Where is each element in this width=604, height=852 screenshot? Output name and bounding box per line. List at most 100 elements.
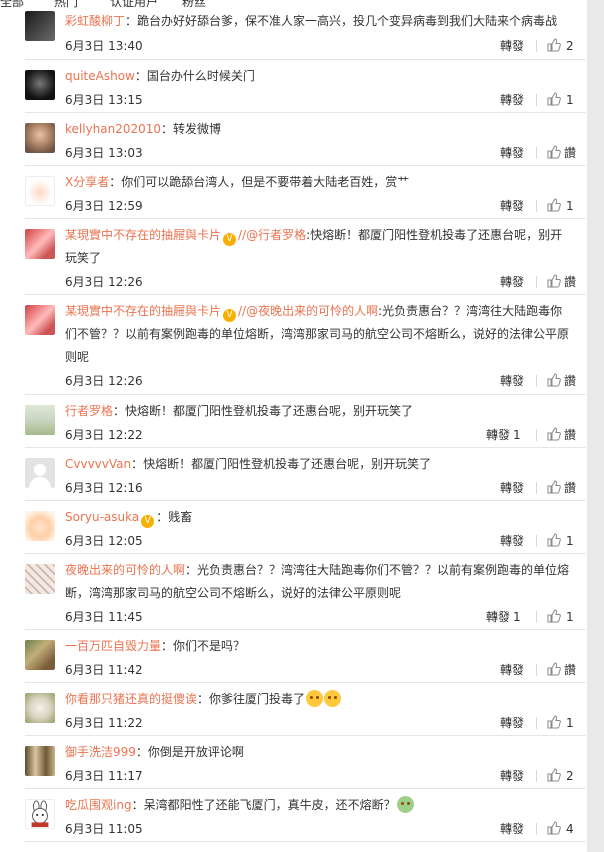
repost-button[interactable]: 轉發 [500,714,524,732]
divider [536,200,537,212]
thumbs-up-icon[interactable] [547,609,561,623]
praise-label[interactable]: 讚 [564,479,576,497]
timestamp: 6月3日 11:45 [65,610,143,624]
divider [536,147,537,159]
comment-text: kellyhan202010：转发微博 [65,118,574,141]
member-badge-icon: V [223,233,237,246]
comment-body: ：你爹往厦门投毒了 [197,692,306,706]
divider [536,823,537,835]
comment-meta: 6月3日 11:45 轉發 1 1 [65,608,574,626]
username-link[interactable]: 御手洗洁999 [65,745,136,759]
comment-meta: 6月3日 11:05 轉發 4 [65,820,574,838]
username-link[interactable]: quiteAshow [65,69,135,83]
comment-item: 御手洗洁999：你倒是开放评论啊 6月3日 11:17 轉發 2 [25,736,586,789]
repost-button[interactable]: 轉發 [500,532,524,550]
comment-text: quiteAshow：国台办什么时候关门 [65,65,574,88]
username-link[interactable]: 吃瓜围观ing [65,798,132,812]
avatar[interactable] [25,70,55,100]
avatar[interactable] [25,305,55,335]
username-link[interactable]: X分享者 [65,175,109,189]
repost-button[interactable]: 轉發 [486,426,510,444]
comment-text: 御手洗洁999：你倒是开放评论啊 [65,741,574,764]
thumbs-up-icon[interactable] [547,145,561,159]
comment-text: CvvvvvVan：快熔断！都厦门阳性登机投毒了还惠台呢，别开玩笑了 [65,453,574,476]
thumbs-up-icon[interactable] [547,662,561,676]
like-count: 2 [566,39,574,53]
divider [536,770,537,782]
repost-button[interactable]: 轉發 [500,479,524,497]
timestamp: 6月3日 13:03 [65,146,143,160]
avatar[interactable] [25,640,55,670]
username-link[interactable]: 你看那只猪还真的挺傻诶 [65,692,197,706]
comment-item: 夜晚出来的可怜的人啊：光负责惠台？？湾湾往大陆跑毒你们不管？？以前有案例跑毒的单… [25,554,586,630]
repost-button[interactable]: 轉發 [500,144,524,162]
comment-meta: 6月3日 12:05 轉發 1 [65,532,574,550]
thumbs-up-icon[interactable] [547,821,561,835]
repost-button[interactable]: 轉發 [500,197,524,215]
comment-body: ：快熔断！都厦门阳性登机投毒了还惠台呢，别开玩笑了 [113,404,414,418]
comment-item: 你看那只猪还真的挺傻诶：你爹往厦门投毒了 6月3日 11:22 轉發 1 [25,683,586,736]
repost-button[interactable]: 轉發 [500,661,524,679]
avatar[interactable] [25,458,55,488]
thumbs-up-icon[interactable] [547,768,561,782]
repost-button[interactable]: 轉發 [500,91,524,109]
username-link[interactable]: CvvvvvVan [65,457,131,471]
avatar[interactable] [25,746,55,776]
repost-button[interactable]: 轉發 [500,767,524,785]
praise-label[interactable]: 讚 [564,144,576,162]
tab-verified[interactable]: 认证用户 [110,0,158,8]
praise-label[interactable]: 讚 [564,372,576,390]
username-link[interactable]: 某現實中不存在的抽屜與卡片 [65,228,221,242]
thumbs-up-icon[interactable] [547,38,561,52]
like-count: 1 [566,534,574,548]
comment-body: ：跪台办好好舔台爹，保不准人家一高兴，投几个变异病毒到我们大陆来个病毒战 [125,14,558,28]
laughing-emoji-icon [324,690,342,707]
comment-meta: 6月3日 12:26 轉發 讚 [65,273,576,291]
repost-count: 1 [513,610,521,624]
username-link[interactable]: Soryu-asuka [65,510,139,524]
member-badge-icon: V [223,309,237,322]
repost-button[interactable]: 轉發 [500,820,524,838]
username-link[interactable]: 行者罗格 [65,404,113,418]
tab-hot[interactable]: 热门 [54,0,78,8]
thumbs-up-icon[interactable] [547,533,561,547]
avatar[interactable] [25,693,55,723]
thumbs-up-icon[interactable] [547,274,561,288]
thumbs-up-icon[interactable] [547,92,561,106]
avatar[interactable] [25,176,55,206]
repost-button[interactable]: 轉發 [500,273,524,291]
thumbs-up-icon[interactable] [547,198,561,212]
thumbs-up-icon[interactable] [547,427,561,441]
tab-all[interactable]: 全部 [0,0,24,8]
username-link[interactable]: kellyhan202010 [65,122,161,136]
avatar[interactable] [25,229,55,259]
comment-body: ：转发微博 [161,122,222,136]
laughing-emoji-icon [306,690,324,707]
thumbs-up-icon[interactable] [547,715,561,729]
avatar[interactable] [25,564,55,594]
mention-link[interactable]: //@夜晚出来的可怜的人啊 [238,304,378,318]
praise-label[interactable]: 讚 [564,661,576,679]
avatar[interactable] [25,511,55,541]
tab-fans[interactable]: 粉丝 [182,0,206,8]
avatar[interactable] [25,123,55,153]
avatar[interactable] [25,799,55,829]
repost-button[interactable]: 轉發 [486,608,510,626]
username-link[interactable]: 彩虹酸柳丁 [65,14,125,28]
thumbs-up-icon[interactable] [547,373,561,387]
thumbs-up-icon[interactable] [547,480,561,494]
mention-link[interactable]: //@行者罗格 [238,228,306,242]
username-link[interactable]: 一百万匹自毁力量 [65,639,161,653]
repost-button[interactable]: 轉發 [500,37,524,55]
praise-label[interactable]: 讚 [564,426,576,444]
divider [536,375,537,387]
like-count: 2 [566,769,574,783]
avatar[interactable] [25,405,55,435]
avatar[interactable] [25,11,55,41]
repost-button[interactable]: 轉發 [500,372,524,390]
username-link[interactable]: 夜晚出来的可怜的人啊 [65,563,185,577]
like-count: 4 [566,822,574,836]
username-link[interactable]: 某現實中不存在的抽屜與卡片 [65,304,221,318]
comment-item: 吃瓜围观ing：呆湾都阳性了还能飞厦门，真牛皮，还不熔断？ 6月3日 11:05… [25,789,586,842]
praise-label[interactable]: 讚 [564,273,576,291]
